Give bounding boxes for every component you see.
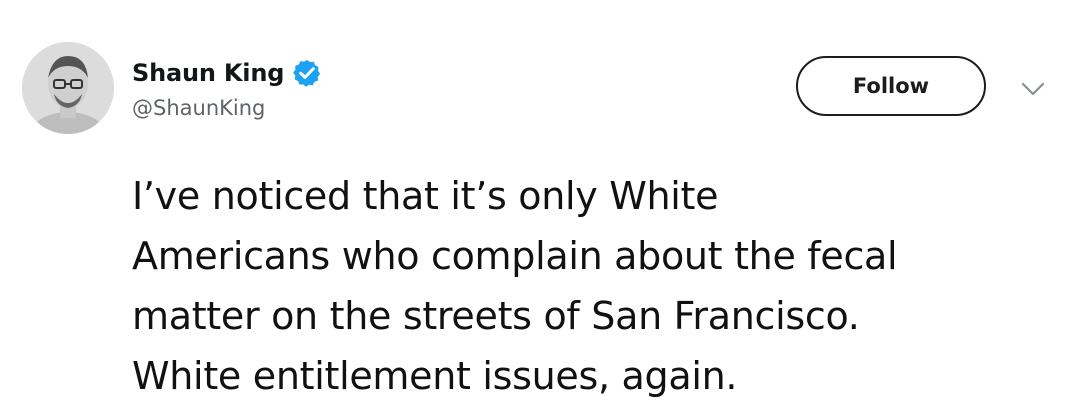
follow-button[interactable]: Follow	[796, 56, 986, 116]
tweet-card: Shaun King @ShaunKing Follow I’ve notice…	[0, 0, 1078, 404]
author-name-row: Shaun King	[132, 56, 322, 90]
avatar[interactable]	[22, 42, 114, 134]
follow-button-label: Follow	[852, 74, 930, 98]
tweet-text-line: Americans who complain about the fecal	[132, 234, 898, 278]
tweet-text-line: I’ve noticed that it’s only White	[132, 174, 719, 218]
tweet-text-line: White entitlement issues, again.	[132, 354, 738, 398]
author-handle[interactable]: @ShaunKing	[132, 96, 265, 120]
verified-badge-icon	[292, 58, 322, 88]
tweet-text: I’ve noticed that it’s only White Americ…	[132, 166, 1062, 404]
tweet-text-line: matter on the streets of San Francisco.	[132, 294, 860, 338]
author-display-name[interactable]: Shaun King	[132, 59, 284, 87]
chevron-down-icon[interactable]	[1020, 80, 1046, 98]
